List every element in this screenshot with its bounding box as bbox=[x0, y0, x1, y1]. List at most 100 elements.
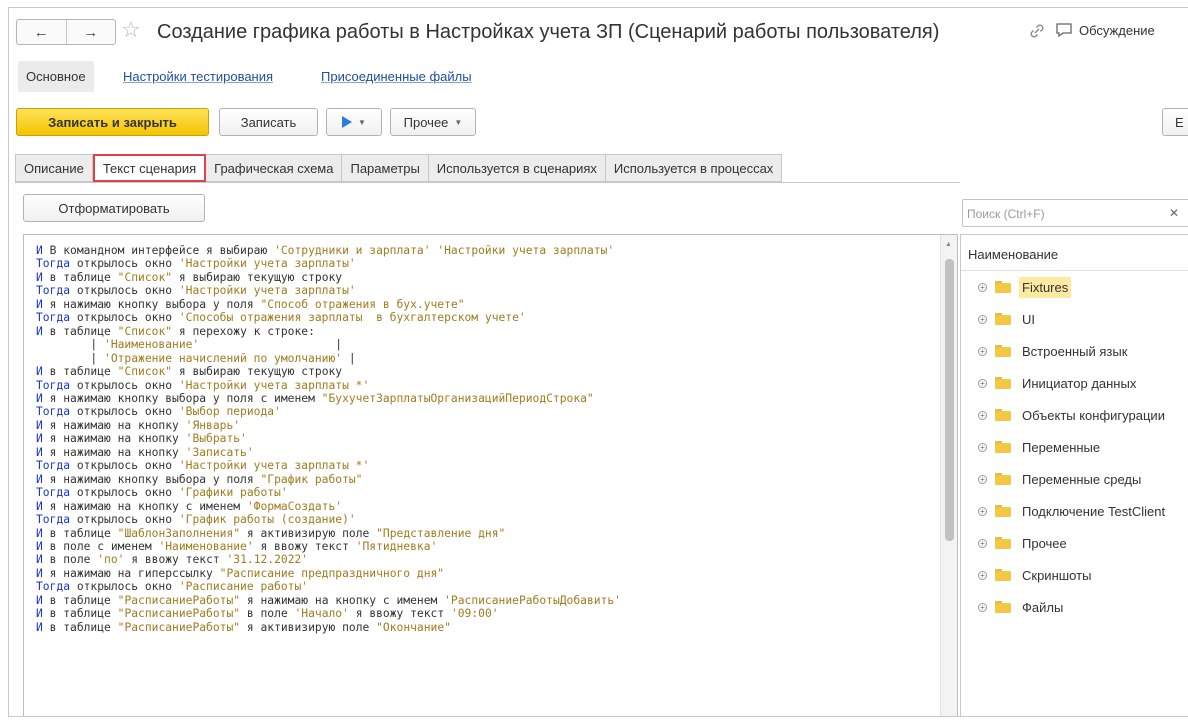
discuss-button[interactable]: Обсуждение bbox=[1055, 22, 1155, 38]
script-line[interactable]: | 'Наименование' | bbox=[36, 338, 621, 351]
save-button[interactable]: Записать bbox=[219, 108, 318, 136]
tree-item-label: Объекты конфигурации bbox=[1022, 407, 1165, 423]
script-line[interactable]: Тогда открылось окно 'Настройки учета за… bbox=[36, 284, 621, 297]
script-keyword: Тогда bbox=[36, 378, 71, 392]
script-string: "Окончание" bbox=[376, 620, 451, 634]
tree-item[interactable]: + Подключение TestClient bbox=[961, 495, 1188, 527]
script-line[interactable]: И я нажимаю на кнопку 'Записать' bbox=[36, 446, 621, 459]
expand-icon[interactable]: + bbox=[978, 346, 987, 356]
tree-item[interactable]: + Fixtures bbox=[961, 271, 1188, 303]
link-icon[interactable] bbox=[1027, 21, 1047, 41]
script-keyword: Тогда bbox=[36, 311, 71, 325]
script-line[interactable]: И в таблице "РасписаниеРаботы" я активиз… bbox=[36, 621, 621, 634]
tab-parameters[interactable]: Параметры bbox=[342, 154, 429, 182]
clear-search-icon[interactable]: ✕ bbox=[1169, 206, 1179, 220]
expand-icon[interactable]: + bbox=[978, 602, 987, 612]
nav-tab-testing-settings[interactable]: Настройки тестирования bbox=[123, 69, 273, 84]
script-line[interactable]: И я нажимаю кнопку выбора у поля "График… bbox=[36, 473, 621, 486]
script-line[interactable]: И в таблице "ШаблонЗаполнения" я активиз… bbox=[36, 527, 621, 540]
script-line[interactable]: И в таблице "РасписаниеРаботы" в поле 'Н… bbox=[36, 607, 621, 620]
tree-item[interactable]: + Переменные bbox=[961, 431, 1188, 463]
script-line[interactable]: Тогда открылось окно 'График работы (соз… bbox=[36, 513, 621, 526]
tree-item-label: Переменные bbox=[1022, 439, 1101, 455]
script-line[interactable]: И я нажимаю на кнопку с именем 'ФормаСоз… bbox=[36, 500, 621, 513]
script-line[interactable]: И в поле с именем 'Наименование' я ввожу… bbox=[36, 540, 621, 553]
tree-item-label: Файлы bbox=[1022, 599, 1064, 615]
tree-item[interactable]: + Встроенный язык bbox=[961, 335, 1188, 367]
script-line[interactable]: Тогда открылось окно 'Расписание работы' bbox=[36, 580, 621, 593]
script-line[interactable]: И я нажимаю кнопку выбора у поля "Способ… bbox=[36, 298, 621, 311]
expand-icon[interactable]: + bbox=[978, 282, 987, 292]
script-line[interactable]: Тогда открылось окно 'Способы отражения … bbox=[36, 311, 621, 324]
folder-icon bbox=[995, 505, 1011, 517]
steps-tree: Наименование + Fixtures + UI + Встроенный язы… bbox=[960, 234, 1188, 716]
script-line[interactable]: И в таблице "Список" я выбираю текущую с… bbox=[36, 365, 621, 378]
expand-icon[interactable]: + bbox=[978, 538, 987, 548]
editor-scrollbar[interactable]: ▲ bbox=[940, 235, 957, 716]
tree-item[interactable]: + Прочее bbox=[961, 527, 1188, 559]
script-line[interactable]: И я нажимаю кнопку выбора у поля с имене… bbox=[36, 392, 621, 405]
tree-item[interactable]: + Объекты конфигурации bbox=[961, 399, 1188, 431]
script-text-segment: я нажимаю на кнопку bbox=[42, 418, 186, 432]
run-button[interactable]: ▼ bbox=[326, 108, 382, 136]
script-line[interactable]: И в таблице "Список" я выбираю текущую с… bbox=[36, 271, 621, 284]
tree-item[interactable]: + Переменные среды bbox=[961, 463, 1188, 495]
scroll-up-icon[interactable]: ▲ bbox=[945, 241, 952, 248]
script-line[interactable]: Тогда открылось окно 'Графики работы' bbox=[36, 486, 621, 499]
script-text-segment: я выбираю текущую строку bbox=[172, 270, 343, 284]
script-line[interactable]: Тогда открылось окно 'Настройки учета за… bbox=[36, 257, 621, 270]
expand-icon[interactable]: + bbox=[978, 410, 987, 420]
script-line[interactable]: | 'Отражение начислений по умолчанию' | bbox=[36, 352, 621, 365]
script-line[interactable]: И я нажимаю на кнопку 'Выбрать' bbox=[36, 432, 621, 445]
tree-item-label: Fixtures bbox=[1019, 276, 1072, 298]
script-line[interactable]: Тогда открылось окно 'Настройки учета за… bbox=[36, 459, 621, 472]
form-window: ← → ☆ Создание графика работы в Настройк… bbox=[8, 7, 1188, 717]
script-keyword: Тогда bbox=[36, 459, 71, 473]
expand-icon[interactable]: + bbox=[978, 474, 987, 484]
tab-used-in-processes[interactable]: Используется в процессах bbox=[605, 154, 783, 182]
nav-tab-attached-files[interactable]: Присоединенные файлы bbox=[321, 69, 472, 84]
search-field[interactable]: Поиск (Ctrl+F) ✕ bbox=[962, 199, 1188, 227]
script-line[interactable]: И я нажимаю на гиперссылку "Расписание п… bbox=[36, 567, 621, 580]
script-keyword: Тогда bbox=[36, 405, 71, 419]
tab-used-in-scenarios[interactable]: Используется в сценариях bbox=[428, 154, 606, 182]
script-line[interactable]: И я нажимаю на кнопку 'Январь' bbox=[36, 419, 621, 432]
expand-icon[interactable]: + bbox=[978, 442, 987, 452]
tab-graphic-scheme[interactable]: Графическая схема bbox=[206, 154, 343, 182]
expand-icon[interactable]: + bbox=[978, 570, 987, 580]
script-line[interactable]: И в таблице "Список" я перехожу к строке… bbox=[36, 325, 621, 338]
script-line[interactable]: И в таблице "РасписаниеРаботы" я нажимаю… bbox=[36, 594, 621, 607]
save-and-close-button[interactable]: Записать и закрыть bbox=[16, 108, 209, 136]
tree-item[interactable]: + Файлы bbox=[961, 591, 1188, 623]
script-string: 'Выбор периода' bbox=[178, 405, 281, 419]
more-button[interactable]: Прочее ▼ bbox=[390, 108, 476, 136]
script-line[interactable]: И в поле 'по' я ввожу текст '31.12.2022' bbox=[36, 553, 621, 566]
script-text-segment: я нажимаю кнопку выбора у поля bbox=[42, 297, 261, 311]
tab-script-text[interactable]: Текст сценария bbox=[92, 154, 207, 182]
expand-icon[interactable]: + bbox=[978, 378, 987, 388]
expand-icon[interactable]: + bbox=[978, 314, 987, 324]
tree-item[interactable]: + Инициатор данных bbox=[961, 367, 1188, 399]
back-arrow-icon[interactable]: ← bbox=[17, 20, 66, 44]
tab-description[interactable]: Описание bbox=[15, 154, 93, 182]
tab-panel-divider bbox=[15, 182, 960, 183]
script-string: "Расписание предпраздничного дня" bbox=[219, 566, 445, 580]
nav-tab-main[interactable]: Основное bbox=[18, 61, 94, 92]
tree-item-label: UI bbox=[1022, 311, 1035, 327]
script-line[interactable]: И В командном интерфейсе я выбираю 'Сотр… bbox=[36, 244, 621, 257]
expand-icon[interactable]: + bbox=[978, 506, 987, 516]
favorite-star-icon[interactable]: ☆ bbox=[121, 17, 141, 43]
script-text[interactable]: И В командном интерфейсе я выбираю 'Сотр… bbox=[36, 244, 621, 634]
forward-arrow-icon[interactable]: → bbox=[65, 20, 116, 44]
tree-item[interactable]: + Скриншоты bbox=[961, 559, 1188, 591]
script-editor[interactable]: И В командном интерфейсе я выбираю 'Сотр… bbox=[23, 234, 958, 716]
script-line[interactable]: Тогда открылось окно 'Выбор периода' bbox=[36, 405, 621, 418]
tree-item[interactable]: + UI bbox=[961, 303, 1188, 335]
scrollbar-thumb[interactable] bbox=[945, 259, 954, 541]
script-string: "РасписаниеРаботы" bbox=[117, 607, 241, 621]
script-line[interactable]: Тогда открылось окно 'Настройки учета за… bbox=[36, 379, 621, 392]
tree-column-header[interactable]: Наименование bbox=[961, 235, 1188, 271]
format-button[interactable]: Отформатировать bbox=[23, 194, 205, 222]
extra-button[interactable]: Е bbox=[1162, 108, 1188, 136]
script-string: 'РасписаниеРаботыДобавить' bbox=[444, 593, 621, 607]
